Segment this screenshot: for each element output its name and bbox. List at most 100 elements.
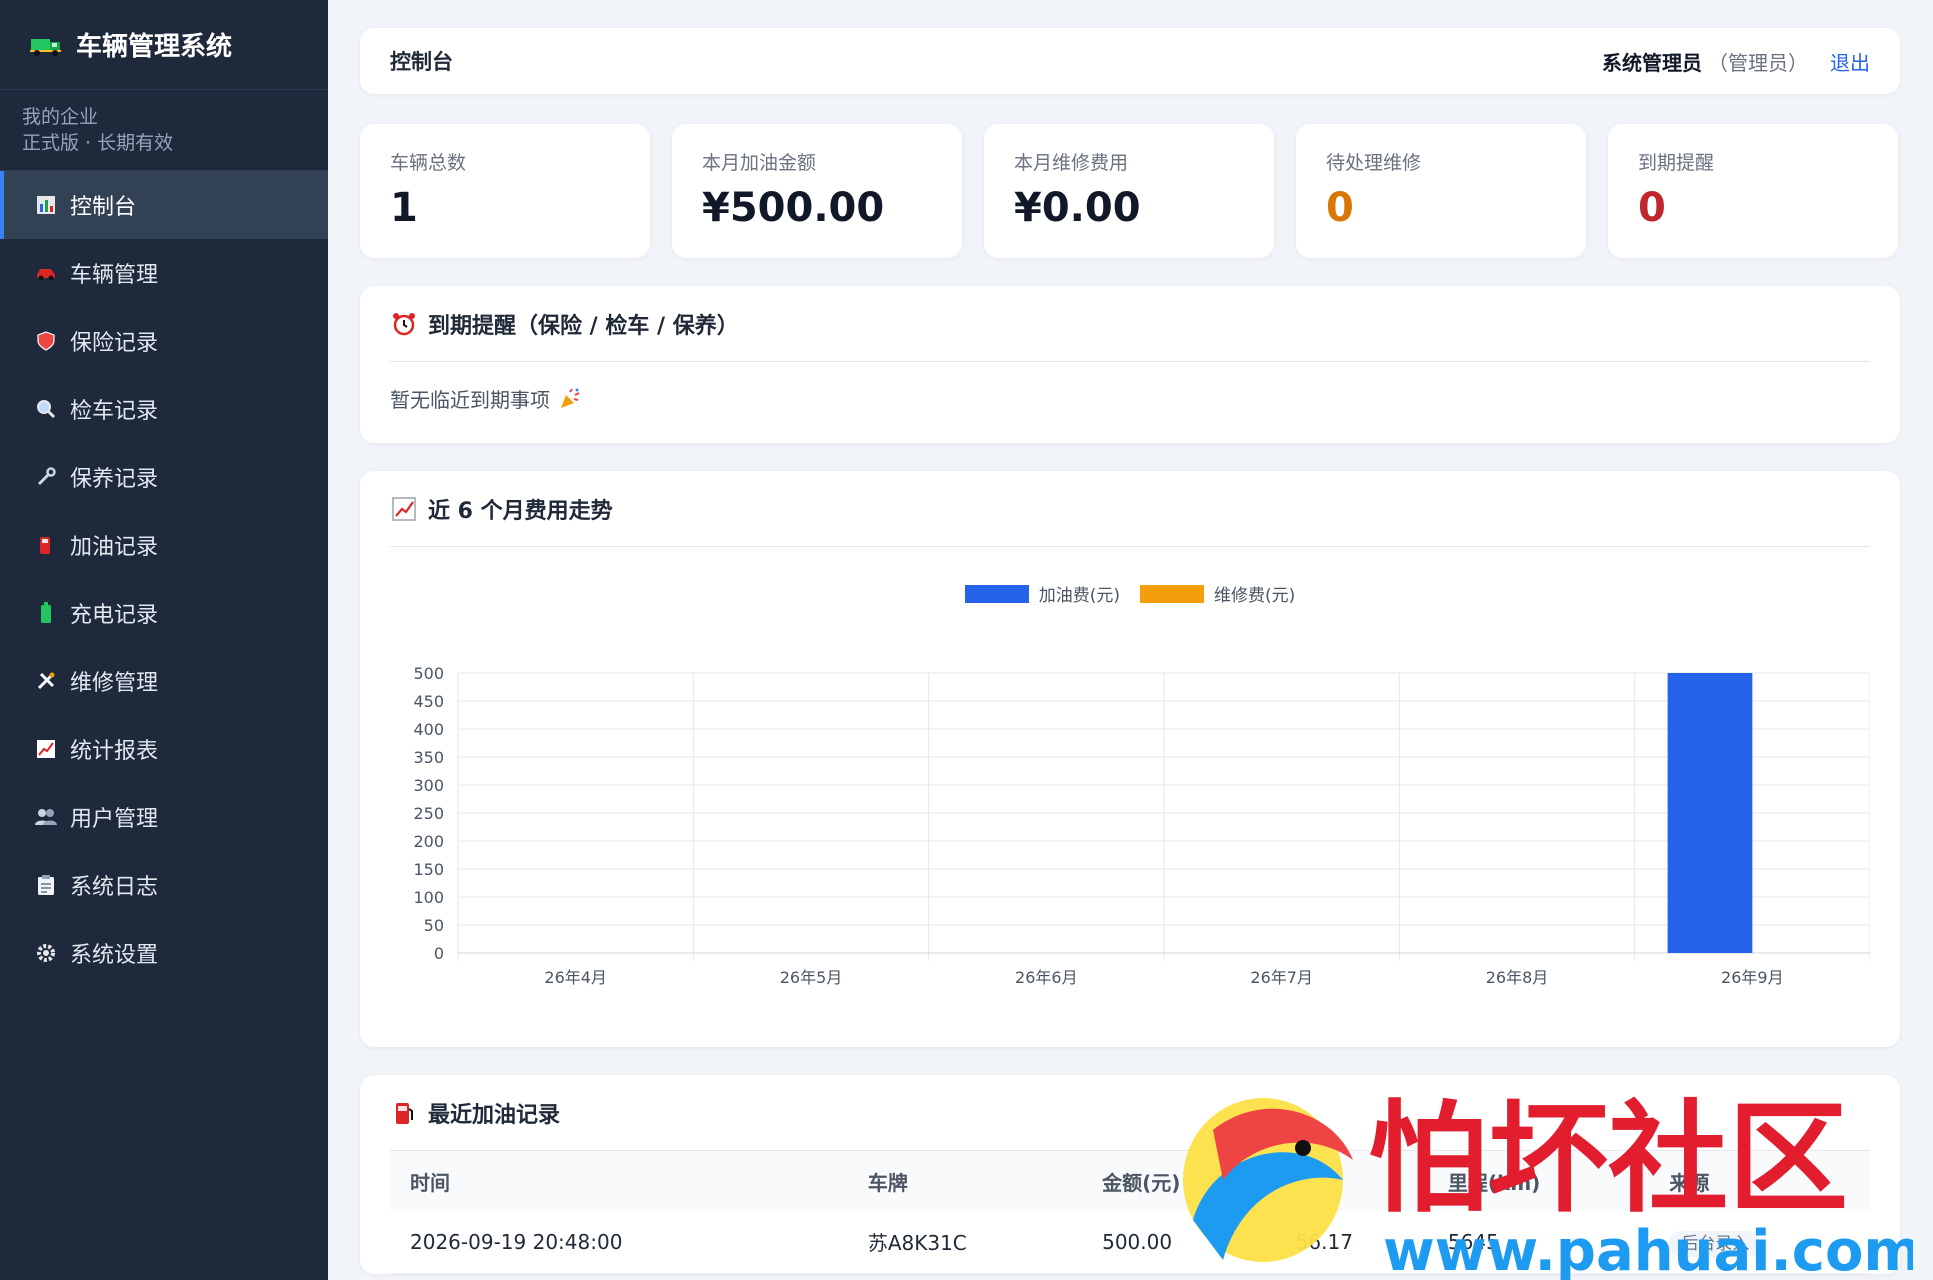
reminder-card: 到期提醒（保险 / 检车 / 保养） 暂无临近到期事项 xyxy=(360,286,1900,443)
main-content: 控制台 系统管理员 （管理员） 退出 车辆总数 1 本月加油金额 ¥500.00 本月维修费… xyxy=(360,28,1900,1274)
y-tick-label: 50 xyxy=(424,916,444,935)
stat-value: ¥500.00 xyxy=(702,185,885,231)
y-tick-label: 500 xyxy=(413,664,444,683)
user-role: （管理员） xyxy=(1708,50,1808,75)
users-icon xyxy=(34,805,58,829)
sidebar-item-2[interactable]: 保险记录 xyxy=(0,307,328,375)
stat-label: 到期提醒 xyxy=(1638,152,1715,174)
company-info: 我的企业 正式版 · 长期有效 xyxy=(0,90,328,171)
fuel-table-header: 时间 车牌 金额(元) 里程(km) 来源 xyxy=(390,1151,1870,1211)
sidebar-item-label: 保险记录 xyxy=(70,331,159,356)
stat-label: 本月维修费用 xyxy=(1014,152,1129,174)
sidebar-item-10[interactable]: 系统日志 xyxy=(0,851,328,919)
stat-label: 待处理维修 xyxy=(1326,152,1422,174)
x-tick-label: 26年4月 xyxy=(544,968,607,987)
sidebar-item-5[interactable]: 加油记录 xyxy=(0,511,328,579)
sidebar-item-3[interactable]: 检车记录 xyxy=(0,375,328,443)
y-tick-label: 100 xyxy=(413,888,444,907)
sidebar-item-label: 检车记录 xyxy=(70,399,159,424)
brand-title: 车辆管理系统 xyxy=(76,32,233,62)
sidebar-item-label: 系统日志 xyxy=(70,875,159,900)
tools-icon xyxy=(34,669,58,693)
alarm-clock-icon xyxy=(390,310,418,338)
x-tick-label: 26年6月 xyxy=(1015,968,1078,987)
source-badge: 后台录入 xyxy=(1669,1231,1762,1258)
user-name: 系统管理员 xyxy=(1602,50,1702,75)
fuel-header: 最近加油记录 xyxy=(390,1075,1870,1151)
x-tick-label: 26年9月 xyxy=(1721,968,1784,987)
sidebar-item-0[interactable]: 控制台 xyxy=(0,171,328,239)
bar-chart-icon xyxy=(34,193,58,217)
sidebar-item-8[interactable]: 统计报表 xyxy=(0,715,328,783)
sidebar: 车辆管理系统 我的企业 正式版 · 长期有效 控制台车辆管理保险记录检车记录保养… xyxy=(0,0,328,1280)
y-tick-label: 0 xyxy=(434,944,444,963)
y-tick-label: 400 xyxy=(413,720,444,739)
top-bar: 控制台 系统管理员 （管理员） 退出 xyxy=(360,28,1900,94)
column-header-2: 金额(元) xyxy=(1082,1151,1276,1211)
logout-link[interactable]: 退出 xyxy=(1830,51,1870,75)
reminder-empty-text: 暂无临近到期事项 xyxy=(390,388,550,412)
company-plan: 正式版 · 长期有效 xyxy=(22,132,174,154)
bar-0-5 xyxy=(1667,673,1753,953)
sidebar-nav: 控制台车辆管理保险记录检车记录保养记录加油记录充电记录维修管理统计报表用户管理系… xyxy=(0,171,328,987)
stat-card-2: 本月维修费用 ¥0.00 xyxy=(984,124,1274,258)
x-tick-label: 26年7月 xyxy=(1250,968,1313,987)
x-tick-label: 26年5月 xyxy=(780,968,843,987)
cell-time: 2026-09-19 20:48:00 xyxy=(390,1211,848,1274)
stat-value: 0 xyxy=(1326,185,1354,231)
sidebar-item-label: 统计报表 xyxy=(70,739,159,764)
reminder-header: 到期提醒（保险 / 检车 / 保养） xyxy=(390,286,1870,362)
y-tick-label: 250 xyxy=(413,804,444,823)
trend-chart-icon xyxy=(34,737,58,761)
trend-header: 近 6 个月费用走势 xyxy=(390,471,1870,547)
trend-chart: 0 50 100 150 200 250 300 350 400 450 500 26年4月 26年5月… xyxy=(413,664,1870,987)
column-header-0: 时间 xyxy=(390,1151,848,1211)
gear-icon xyxy=(34,941,58,965)
y-tick-label: 200 xyxy=(413,832,444,851)
stat-card-1: 本月加油金额 ¥500.00 xyxy=(672,124,962,258)
sidebar-item-label: 用户管理 xyxy=(70,807,159,832)
cell-amount: 500.00 xyxy=(1082,1211,1276,1274)
sidebar-item-4[interactable]: 保养记录 xyxy=(0,443,328,511)
sidebar-item-label: 维修管理 xyxy=(70,671,159,696)
company-name: 我的企业 xyxy=(22,106,99,128)
stats-row: 车辆总数 1 本月加油金额 ¥500.00 本月维修费用 ¥0.00 待处理维修 0 到期提醒 0 xyxy=(360,124,1900,258)
y-tick-label: 450 xyxy=(413,692,444,711)
sidebar-item-6[interactable]: 充电记录 xyxy=(0,579,328,647)
stat-label: 车辆总数 xyxy=(390,152,467,174)
table-row[interactable]: 2026-09-19 20:48:00 苏A8K31C 500.00 56.17 564… xyxy=(390,1211,1870,1274)
sidebar-item-label: 系统设置 xyxy=(70,943,159,968)
sidebar-item-11[interactable]: 系统设置 xyxy=(0,919,328,987)
fuel-table-body: 2026-09-19 20:48:00 苏A8K31C 500.00 56.17 564… xyxy=(390,1211,1870,1274)
stat-card-0: 车辆总数 1 xyxy=(360,124,650,258)
battery-icon xyxy=(34,601,58,625)
trend-title: 近 6 个月费用走势 xyxy=(428,498,613,524)
stat-value: 0 xyxy=(1638,185,1666,231)
sidebar-item-9[interactable]: 用户管理 xyxy=(0,783,328,851)
car-icon xyxy=(34,261,58,285)
y-tick-label: 300 xyxy=(413,776,444,795)
column-header-3 xyxy=(1275,1151,1428,1211)
stat-card-4: 到期提醒 0 xyxy=(1608,124,1898,258)
sidebar-item-7[interactable]: 维修管理 xyxy=(0,647,328,715)
sidebar-item-label: 加油记录 xyxy=(70,535,159,560)
user-info: 系统管理员 （管理员） 退出 xyxy=(1602,47,1870,76)
column-header-1: 车牌 xyxy=(847,1151,1083,1211)
sidebar-item-label: 控制台 xyxy=(70,195,137,220)
reminder-empty: 暂无临近到期事项 xyxy=(390,362,1870,443)
trend-card: 近 6 个月费用走势 加油费(元) 维修费(元) 0 50 100 150 200 250 3… xyxy=(360,471,1900,1047)
fuel-table: 时间 车牌 金额(元) 里程(km) 来源 2026-09-19 20:48:00 苏A8… xyxy=(390,1151,1870,1274)
cell-mileage: 5645 xyxy=(1427,1211,1650,1274)
brand[interactable]: 车辆管理系统 xyxy=(0,0,328,90)
cell-source: 后台录入 xyxy=(1649,1211,1870,1274)
stat-value: 1 xyxy=(390,185,418,231)
cell-plate: 苏A8K31C xyxy=(847,1211,1083,1274)
fuel-card: 最近加油记录 时间 车牌 金额(元) 里程(km) 来源 2026-09-19 20:4… xyxy=(360,1075,1900,1274)
sidebar-item-1[interactable]: 车辆管理 xyxy=(0,239,328,307)
party-popper-icon xyxy=(558,387,582,411)
column-header-4: 里程(km) xyxy=(1427,1151,1650,1211)
page-title: 控制台 xyxy=(390,50,453,74)
chart-area: 加油费(元) 维修费(元) 0 50 100 150 200 250 300 350 400 450… xyxy=(390,547,1870,1047)
shield-icon xyxy=(34,329,58,353)
cell-liters: 56.17 xyxy=(1275,1211,1428,1274)
